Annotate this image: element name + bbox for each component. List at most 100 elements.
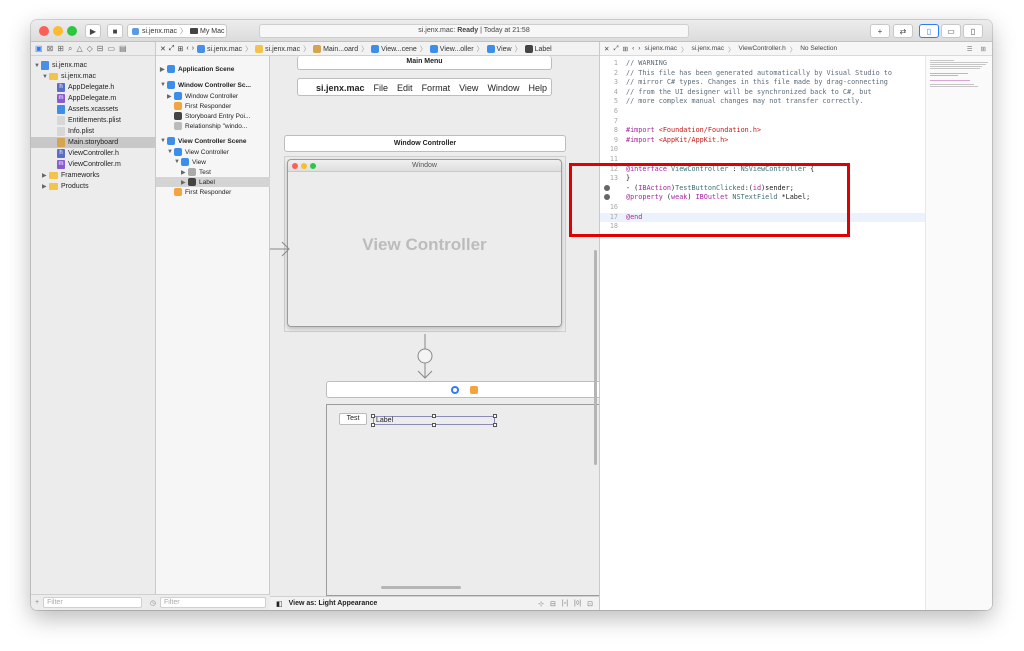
folder-icon[interactable]: ▣ [35,44,43,53]
find-icon[interactable]: ⌕ [68,44,72,54]
navigator-item[interactable]: Info.plist [31,126,156,137]
forward-icon[interactable]: › [192,45,194,52]
navigator-item[interactable]: m ViewController.m [31,159,156,170]
navigator-item[interactable]: ▶ Frameworks [31,170,156,181]
entry-point-arrow-icon[interactable] [270,241,290,257]
outline-item[interactable]: Relationship "windo... [156,121,270,131]
disclosure-icon[interactable]: ▼ [34,63,41,69]
breadcrumb-item[interactable]: View...oller [429,44,474,53]
outline-filter-input[interactable]: Filter [160,597,266,608]
hierarchy-icon[interactable]: ⊞ [57,44,64,53]
menu-item[interactable]: si.jenx.mac [316,83,365,93]
menu-item[interactable]: Window [487,83,519,93]
menu-item[interactable]: Edit [397,83,413,93]
breadcrumb-item[interactable]: Main...oard [313,44,358,53]
code-line[interactable]: 1 // WARNING [600,59,930,68]
disclosure-icon[interactable]: ▶ [160,66,167,73]
code-line[interactable]: 9 #import <AppKit/AppKit.h> [600,136,930,145]
breadcrumb-item[interactable]: si.jenx.mac [255,44,300,53]
editor-options-icon[interactable]: ☰ [967,45,973,53]
outline-item[interactable]: First Responder [156,187,270,197]
disclosure-icon[interactable]: ▶ [167,93,174,100]
navigator-item[interactable]: Assets.xcassets [31,104,156,115]
canvas-horizontal-scrollbar[interactable] [381,586,461,589]
back-icon[interactable]: ‹ [186,45,188,52]
disclosure-icon[interactable]: ▶ [42,183,49,190]
view-controller-view[interactable]: Test Label [326,404,599,596]
breakpoint-icon[interactable]: ▭ [107,44,115,53]
breadcrumb-item[interactable]: View [486,44,512,53]
forward-icon[interactable]: › [638,45,640,52]
related-items-icon[interactable]: ⤢ [169,45,175,53]
outline-item[interactable]: ▶ Window Controller [156,91,270,101]
outline-item[interactable]: ▶ Label [156,177,270,187]
main-menu-scene-title[interactable]: Main Menu [297,56,552,70]
first-responder-icon[interactable] [470,386,478,394]
zoom-window-button[interactable] [67,26,77,36]
test-icon[interactable]: ◇ [87,44,93,53]
debug-icon[interactable]: ⊟ [97,44,104,53]
back-icon[interactable]: ‹ [632,45,634,52]
code-line[interactable]: 5 // more complex manual changes may not … [600,97,930,106]
disclosure-icon[interactable]: ▼ [160,138,167,144]
embed-icon[interactable]: ⊟ [550,600,556,608]
outline-item[interactable]: ▼ Window Controller Sc... [156,80,270,90]
close-window-button[interactable] [39,26,49,36]
minimize-window-button[interactable] [53,26,63,36]
breadcrumb-item[interactable]: Label [524,44,552,53]
source-control-icon[interactable]: ⊠ [47,44,54,53]
minimap[interactable] [925,56,992,610]
close-tab-icon[interactable]: ✕ [160,45,166,53]
code-review-button[interactable]: ⇄ [893,24,913,38]
outline-item[interactable]: ▶ Application Scene [156,64,270,74]
test-button[interactable]: Test [339,413,367,425]
disclosure-icon[interactable]: ▼ [42,74,49,80]
segue-connector-icon[interactable] [415,334,435,384]
library-button[interactable]: + [870,24,890,38]
toggle-inspector-button[interactable]: ▯ [963,24,983,38]
code-line[interactable]: 8 #import <Foundation/Foundation.h> [600,126,930,135]
code-line[interactable]: 2 // This file has been generated automat… [600,69,930,78]
navigator-item[interactable]: m AppDelegate.m [31,93,156,104]
code-line[interactable]: 3 // mirror C# types. Changes in this fil… [600,78,930,87]
navigator-item[interactable]: ▶ Products [31,181,156,192]
run-button[interactable]: ▶ [85,24,101,38]
toggle-debug-area-button[interactable]: ▭ [941,24,961,38]
code-line[interactable]: 4 // from the UI designer will be synchro… [600,88,930,97]
code-line[interactable]: 10 [600,145,930,154]
navigator-item[interactable]: ▼ si.jenx.mac [31,71,156,82]
outline-item[interactable]: ▼ View [156,157,270,167]
menu-item[interactable]: Help [528,83,547,93]
menu-item[interactable]: View [459,83,478,93]
scheme-selector[interactable]: si.jenx.mac 〉 My Mac [127,24,227,38]
related-items-icon[interactable]: ⤢ [613,45,618,53]
editor-breadcrumb-item[interactable]: si.jenx.mac [644,45,677,52]
canvas-vertical-scrollbar[interactable] [594,250,597,465]
view-controller-dock[interactable] [326,381,599,398]
outline-item[interactable]: ▶ Test [156,167,270,177]
disclosure-icon[interactable]: ▼ [174,159,181,165]
stop-button[interactable]: ■ [107,24,123,38]
add-editor-icon[interactable]: ⊞ [981,45,986,53]
breadcrumb-item[interactable]: si.jenx.mac [197,44,242,53]
window[interactable]: Window View Controller [287,159,562,327]
storyboard-canvas[interactable]: Main Menu si.jenx.mac File Edit Format View W… [270,56,599,596]
disclosure-icon[interactable]: ▶ [181,179,188,186]
disclosure-icon[interactable]: ▶ [181,169,188,176]
toggle-navigator-button[interactable]: ▯ [919,24,939,38]
code-line[interactable]: 6 [600,107,930,116]
disclosure-icon[interactable]: ▶ [42,172,49,179]
navigator-item[interactable]: h ViewController.h [31,148,156,159]
align-icon[interactable]: |◦| [562,600,568,608]
outline-item[interactable]: First Responder [156,101,270,111]
navigator-item[interactable]: h AppDelegate.h [31,82,156,93]
code-editor[interactable]: ✕ ⤢ ⊞ ‹ › si.jenx.mac 〉 si.jenx.mac 〉 ViewCo… [599,42,992,610]
editor-breadcrumb-item[interactable]: No Selection [800,45,837,52]
menu-item[interactable]: File [374,83,389,93]
navigator-item[interactable]: Entitlements.plist [31,115,156,126]
outline-item[interactable]: Storyboard Entry Poi... [156,111,270,121]
navigator-filter-input[interactable]: Filter [43,597,142,608]
disclosure-icon[interactable]: ▼ [160,82,167,88]
navigator-item[interactable]: ▼ si.jenx.mac [31,60,156,71]
window-controller-scene-title[interactable]: Window Controller [284,135,566,152]
